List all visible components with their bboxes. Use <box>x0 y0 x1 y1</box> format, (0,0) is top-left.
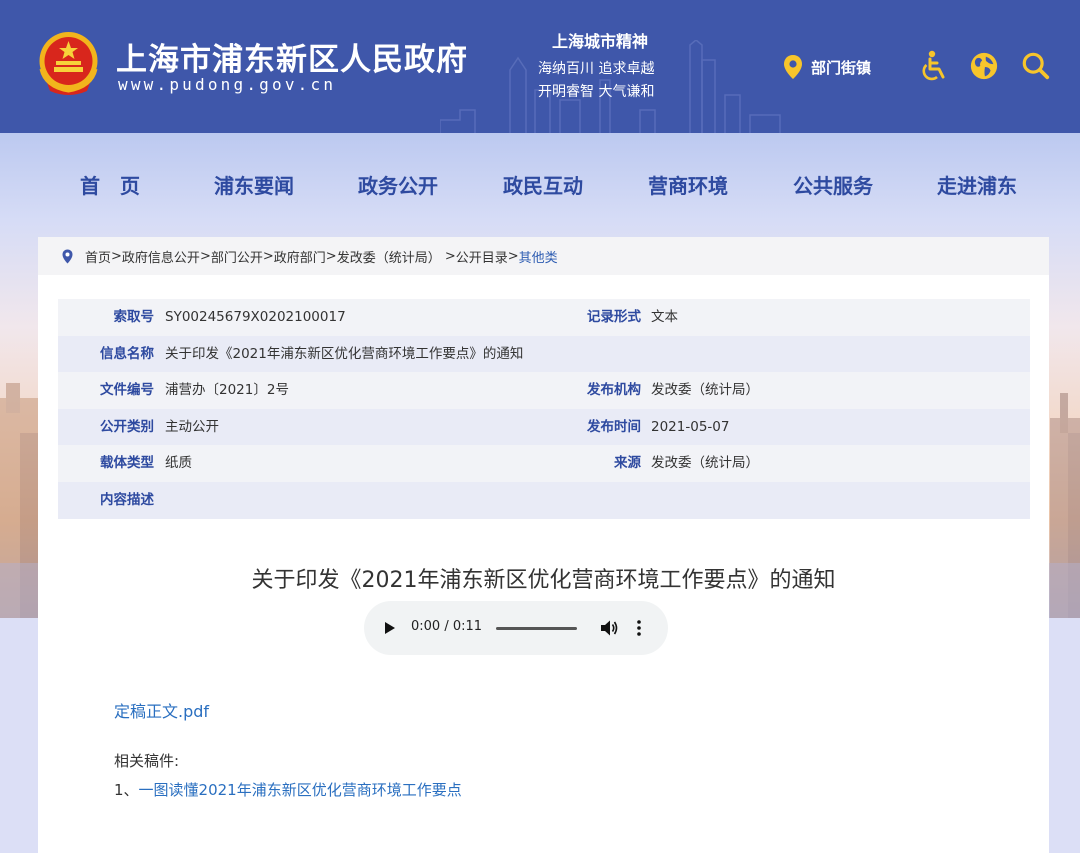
related-doc-item: 1、一图读懂2021年浦东新区优化营商环境工作要点 <box>114 779 462 800</box>
breadcrumb-separator: > <box>199 248 211 264</box>
record-form-label: 记录形式 <box>587 309 641 325</box>
table-row: 信息名称 关于印发《2021年浦东新区优化营商环境工作要点》的通知 <box>58 335 1030 373</box>
breadcrumb: 首页 > 政府信息公开 > 部门公开 > 政府部门 > 发改委（统计局） > 公开目录 > 其他类 <box>38 237 1049 275</box>
breadcrumb-gov-info[interactable]: 政府信息公开 <box>122 247 200 266</box>
site-header: 上海市浦东新区人民政府 www.pudong.gov.cn 上海城市精神 海纳百… <box>0 0 1080 133</box>
breadcrumb-ndrc[interactable]: 发改委（统计局） <box>337 247 441 266</box>
related-doc-index: 1、 <box>114 781 139 799</box>
breadcrumb-separator: > <box>440 248 456 264</box>
nav-interaction[interactable]: 政民互动 <box>503 170 583 199</box>
metadata-table: 索取号 SY00245679X0202100017 记录形式 文本 信息名称 关… <box>58 299 1030 519</box>
content-panel: 首页 > 政府信息公开 > 部门公开 > 政府部门 > 发改委（统计局） > 公开目录 > 其他类… <box>38 237 1049 853</box>
nav-about-pudong[interactable]: 走进浦东 <box>937 170 1017 199</box>
category-value: 主动公开 <box>165 418 219 435</box>
volume-icon[interactable] <box>600 619 618 637</box>
table-row: 载体类型 纸质 来源 发改委（统计局） <box>58 445 1030 482</box>
related-doc-link[interactable]: 一图读懂2021年浦东新区优化营商环境工作要点 <box>139 781 462 799</box>
more-options-icon[interactable] <box>636 619 642 637</box>
breadcrumb-gov-dept[interactable]: 政府部门 <box>274 247 326 266</box>
site-url: www.pudong.gov.cn <box>118 75 337 94</box>
city-spirit-line-2: 开明睿智 大气谦和 <box>538 84 655 100</box>
info-name-label: 信息名称 <box>100 345 154 362</box>
index-no-label: 索取号 <box>113 309 155 325</box>
audio-time: 0:00 / 0:11 <box>411 619 483 634</box>
national-emblem-icon[interactable] <box>37 31 100 97</box>
city-spirit-line-1: 海纳百川 追求卓越 <box>538 61 655 77</box>
main-nav: 首 页 浦东要闻 政务公开 政民互动 营商环境 公共服务 走进浦东 <box>0 158 1080 208</box>
table-row: 文件编号 浦营办〔2021〕2号 发布机构 发改委（统计局） <box>58 372 1030 409</box>
breadcrumb-separator: > <box>507 248 519 264</box>
site-title[interactable]: 上海市浦东新区人民政府 <box>116 34 468 79</box>
play-icon[interactable] <box>384 621 396 635</box>
description-label: 内容描述 <box>100 491 154 508</box>
city-spirit-title: 上海城市精神 <box>552 32 649 51</box>
breadcrumb-separator: > <box>111 248 122 264</box>
carrier-label: 载体类型 <box>100 455 154 472</box>
breadcrumb-separator: > <box>262 248 274 264</box>
nav-public-service[interactable]: 公共服务 <box>793 170 873 199</box>
doc-no-label: 文件编号 <box>100 382 154 399</box>
location-pin-icon <box>784 55 802 79</box>
dept-street-label: 部门街镇 <box>811 58 872 77</box>
nav-pudong-news[interactable]: 浦东要闻 <box>214 170 294 199</box>
issuer-value: 发改委（统计局） <box>651 382 759 399</box>
carrier-value: 纸质 <box>165 455 192 472</box>
nav-business-env[interactable]: 营商环境 <box>648 170 728 199</box>
breadcrumb-catalog[interactable]: 公开目录 <box>456 247 508 266</box>
record-form-value: 文本 <box>651 309 678 325</box>
nav-gov-info[interactable]: 政务公开 <box>358 170 438 199</box>
related-docs-label: 相关稿件: <box>114 752 180 770</box>
source-label: 来源 <box>614 455 641 472</box>
city-spirit: 上海城市精神 海纳百川 追求卓越 开明睿智 大气谦和 <box>538 28 678 101</box>
breadcrumb-separator: > <box>325 248 337 264</box>
document-title: 关于印发《2021年浦东新区优化营商环境工作要点》的通知 <box>251 568 836 593</box>
source-value: 发改委（统计局） <box>651 455 759 472</box>
location-pin-icon <box>62 249 73 263</box>
table-row: 索取号 SY00245679X0202100017 记录形式 文本 <box>58 299 1030 336</box>
publish-time-label: 发布时间 <box>587 418 641 435</box>
audio-seek-bar[interactable] <box>496 627 577 630</box>
publish-time-value: 2021-05-07 <box>651 418 730 435</box>
pdf-attachment-link[interactable]: 定稿正文.pdf <box>114 698 209 722</box>
breadcrumb-dept[interactable]: 部门公开 <box>211 247 263 266</box>
dept-street-link[interactable]: 部门街镇 <box>783 54 871 80</box>
breadcrumb-home[interactable]: 首页 <box>85 247 111 266</box>
issuer-label: 发布机构 <box>587 382 641 399</box>
search-icon[interactable] <box>1021 50 1051 82</box>
table-row: 内容描述 <box>58 481 1030 519</box>
category-label: 公开类别 <box>100 418 154 435</box>
doc-no-value: 浦营办〔2021〕2号 <box>165 382 289 399</box>
breadcrumb-current[interactable]: 其他类 <box>519 247 558 266</box>
audio-player[interactable]: 0:00 / 0:11 <box>364 601 668 655</box>
nav-home[interactable]: 首 页 <box>80 170 140 199</box>
globe-icon[interactable] <box>969 50 999 82</box>
table-row: 公开类别 主动公开 发布时间 2021-05-07 <box>58 408 1030 446</box>
info-name-value: 关于印发《2021年浦东新区优化营商环境工作要点》的通知 <box>165 345 524 362</box>
index-no-value: SY00245679X0202100017 <box>165 309 346 325</box>
accessibility-icon[interactable] <box>920 50 950 82</box>
